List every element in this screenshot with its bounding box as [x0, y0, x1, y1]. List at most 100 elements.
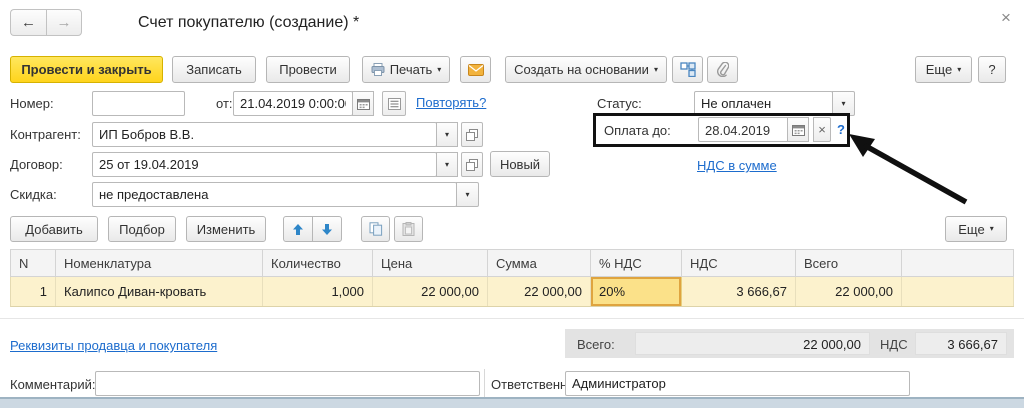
header-cell-empty: [902, 250, 1014, 276]
create-on-basis-button[interactable]: Создать на основании ▾: [505, 56, 667, 83]
toolbar-more-button[interactable]: Еще ▾: [915, 56, 972, 83]
contract-open-button[interactable]: [461, 152, 483, 177]
caret-down-icon: ▾: [465, 191, 469, 199]
edit-item-button[interactable]: Изменить: [186, 216, 266, 242]
pay-until-calendar-button[interactable]: [787, 117, 809, 142]
calendar-icon: [792, 124, 805, 136]
pay-until-clear-button[interactable]: ×: [813, 117, 831, 142]
discount-dropdown-button[interactable]: ▾: [456, 182, 479, 207]
cell-nomenclature[interactable]: Калипсо Диван-кровать: [56, 277, 263, 306]
cell-vat[interactable]: 3 666,67: [682, 277, 796, 306]
move-up-button[interactable]: [283, 216, 313, 242]
forward-button[interactable]: →: [46, 9, 82, 36]
email-button[interactable]: [460, 56, 491, 83]
items-more-label: Еще: [958, 222, 984, 237]
counterparty-label: Контрагент:: [10, 127, 81, 142]
print-button[interactable]: Печать ▾: [362, 56, 450, 83]
toolbar-more-label: Еще: [926, 62, 952, 77]
down-arrow-icon: [321, 223, 333, 236]
copy-rows-button[interactable]: [361, 216, 390, 242]
up-arrow-icon: [292, 223, 304, 236]
vat-total-value: 3 666,67: [915, 332, 1007, 355]
total-label: Всего:: [577, 337, 615, 352]
save-button[interactable]: Записать: [172, 56, 256, 83]
cell-empty: [902, 277, 1014, 306]
pick-items-button[interactable]: Подбор: [108, 216, 176, 242]
cell-sum[interactable]: 22 000,00: [488, 277, 591, 306]
header-cell-price: Цена: [373, 250, 488, 276]
list-icon: [388, 98, 401, 110]
table-row[interactable]: 1 Калипсо Диван-кровать 1,000 22 000,00 …: [10, 277, 1014, 307]
copy-icon: [369, 222, 383, 236]
invoice-form-window: ← → Счет покупателю (создание) * × Прове…: [0, 0, 1024, 408]
pay-until-input[interactable]: 28.04.2019: [698, 117, 788, 142]
discount-input[interactable]: [92, 182, 457, 207]
cell-price[interactable]: 22 000,00: [373, 277, 488, 306]
counterparty-dropdown-button[interactable]: ▾: [436, 122, 458, 147]
open-reference-icon: [466, 159, 478, 171]
annotation-arrow: [846, 130, 974, 206]
bottom-strip: [0, 397, 1024, 408]
header-cell-total: Всего: [796, 250, 902, 276]
new-contract-label: Новый: [500, 157, 540, 172]
comment-label: Комментарий:: [10, 377, 96, 392]
move-down-button[interactable]: [312, 216, 342, 242]
cell-quantity[interactable]: 1,000: [263, 277, 373, 306]
cell-total[interactable]: 22 000,00: [796, 277, 902, 306]
cell-vat-rate-selected[interactable]: 20%: [591, 277, 682, 306]
open-reference-icon: [466, 129, 478, 141]
date-input[interactable]: [233, 91, 353, 116]
date-calendar-button[interactable]: [352, 91, 374, 116]
open-list-button[interactable]: [382, 91, 406, 116]
date-label: от:: [216, 96, 233, 111]
back-button[interactable]: ←: [10, 9, 46, 36]
items-more-button[interactable]: Еще ▾: [945, 216, 1007, 242]
post-and-close-button[interactable]: Провести и закрыть: [10, 56, 163, 83]
caret-down-icon: ▾: [957, 66, 961, 74]
contract-input[interactable]: [92, 152, 437, 177]
number-label: Номер:: [10, 96, 54, 111]
create-on-basis-label: Создать на основании: [514, 62, 649, 77]
nav-history-group: ← →: [10, 9, 82, 36]
header-cell-vat: НДС: [682, 250, 796, 276]
calendar-icon: [357, 98, 370, 110]
pay-until-help-link[interactable]: ?: [837, 122, 845, 137]
contract-dropdown-button[interactable]: ▾: [436, 152, 458, 177]
caret-down-icon: ▾: [654, 66, 658, 74]
responsible-input[interactable]: [565, 371, 910, 396]
vat-in-sum-link[interactable]: НДС в сумме: [697, 158, 777, 173]
attachments-button[interactable]: [707, 56, 738, 83]
repeat-link[interactable]: Повторять?: [416, 95, 486, 110]
help-label: ?: [988, 62, 995, 77]
comment-input[interactable]: [95, 371, 480, 396]
caret-down-icon: ▾: [445, 161, 449, 169]
paste-icon: [402, 222, 415, 236]
number-input[interactable]: [92, 91, 185, 116]
related-documents-button[interactable]: [672, 56, 703, 83]
total-value: 22 000,00: [635, 332, 870, 355]
seller-buyer-details-link[interactable]: Реквизиты продавца и покупателя: [10, 338, 217, 353]
help-button[interactable]: ?: [978, 56, 1006, 83]
window-close-button[interactable]: ×: [1001, 8, 1011, 28]
header-cell-quantity: Количество: [263, 250, 373, 276]
contract-label: Договор:: [10, 157, 63, 172]
counterparty-input[interactable]: [92, 122, 437, 147]
edit-item-label: Изменить: [197, 222, 256, 237]
forward-arrow-icon: →: [57, 14, 72, 31]
paperclip-icon: [717, 62, 729, 77]
caret-down-icon: ▾: [990, 225, 994, 233]
pick-items-label: Подбор: [119, 222, 165, 237]
add-row-button[interactable]: Добавить: [10, 216, 98, 242]
cell-n[interactable]: 1: [11, 277, 56, 306]
items-table-header: N Номенклатура Количество Цена Сумма % Н…: [10, 249, 1014, 277]
post-button[interactable]: Провести: [266, 56, 350, 83]
caret-down-icon: ▾: [445, 131, 449, 139]
counterparty-open-button[interactable]: [461, 122, 483, 147]
header-cell-n: N: [11, 250, 56, 276]
header-cell-vat-rate: % НДС: [591, 250, 682, 276]
post-label: Провести: [279, 62, 337, 77]
paste-rows-button[interactable]: [394, 216, 423, 242]
caret-down-icon: ▾: [841, 100, 845, 108]
section-separator: [0, 318, 1024, 319]
new-contract-button[interactable]: Новый: [490, 151, 550, 177]
